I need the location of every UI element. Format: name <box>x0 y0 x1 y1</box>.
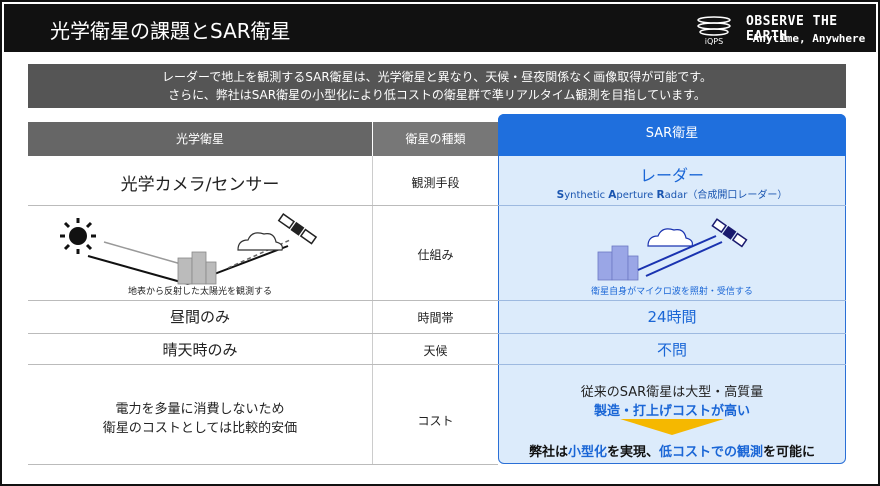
sar-mechanism-diagram: 衛星自身がマイクロ波を照射・受信する <box>591 218 753 297</box>
sar-time: 24時間 <box>647 308 697 326</box>
intro-line-2: さらに、弊社はSAR衛星の小型化により低コストの衛星群で準リアルタイム観測を目指… <box>168 88 706 102</box>
slide-title: 光学衛星の課題とSAR衛星 <box>50 19 291 43</box>
optical-time: 昼間のみ <box>169 308 230 326</box>
intro-banner: レーダーで地上を観測するSAR衛星は、光学衛星と異なり、天候・昼夜関係なく画像取… <box>28 64 846 108</box>
row-divider <box>498 300 846 301</box>
building-icon <box>597 245 639 281</box>
sar-mechanism-caption: 衛星自身がマイクロ波を照射・受信する <box>591 285 753 297</box>
row-divider <box>28 464 498 465</box>
building-icon <box>177 251 217 285</box>
row-divider <box>28 333 498 334</box>
row-divider <box>498 364 846 365</box>
label-weather: 天候 <box>423 344 448 358</box>
sun-icon <box>60 218 96 254</box>
optical-method: 光学カメラ/センサー <box>120 175 280 195</box>
iqps-logo: iQPS <box>697 16 731 46</box>
label-cost: コスト <box>417 414 454 428</box>
sar-method-subtitle: Synthetic Aperture Radar（合成開口レーダー） <box>556 189 788 201</box>
sar-cost-line-3: 弊社は小型化を実現、低コストでの観測を可能に <box>528 445 816 460</box>
optical-cost-line-1: 電力を多量に消費しないため <box>115 402 285 417</box>
optical-mechanism-caption: 地表から反射した太陽光を観測する <box>128 285 272 297</box>
header-category: 衛星の種類 <box>373 122 498 156</box>
cloud-icon <box>237 232 283 251</box>
ground-line <box>87 255 189 285</box>
logo-text: iQPS <box>705 37 723 46</box>
optical-mechanism-diagram: 地表から反射した太陽光を観測する <box>60 213 318 297</box>
satellite-icon <box>711 218 748 248</box>
row-divider <box>28 364 498 365</box>
sunlight-ray <box>103 241 189 267</box>
down-arrow-icon <box>620 419 724 435</box>
optical-cost: 電力を多量に消費しないため 衛星のコストとしては比較的安価 <box>28 400 372 438</box>
row-divider <box>28 300 498 301</box>
cloud-icon <box>647 228 693 247</box>
sar-method: レーダー <box>639 166 704 185</box>
sar-cost-line-2: 製造・打上げコストが高い <box>593 404 750 419</box>
row-divider <box>498 333 846 334</box>
label-method: 観測手段 <box>411 176 460 190</box>
header-optical: 光学衛星 <box>28 122 372 156</box>
brand-subtagline: -Anytime, Anywhere <box>746 32 866 45</box>
label-mechanism: 仕組み <box>417 248 454 262</box>
satellite-icon <box>277 213 318 245</box>
optical-cost-line-2: 衛星のコストとしては比較的安価 <box>102 421 298 436</box>
optical-weather: 晴天時のみ <box>162 341 238 359</box>
slide-header: 光学衛星の課題とSAR衛星 iQPS OBSERVE THE EARTH -An… <box>4 4 876 52</box>
microwave-up <box>645 241 723 277</box>
sar-weather: 不問 <box>656 341 687 359</box>
header-sar: SAR衛星 <box>498 114 846 156</box>
intro-line-1: レーダーで地上を観測するSAR衛星は、光学衛星と異なり、天候・昼夜関係なく画像取… <box>162 70 712 84</box>
label-time: 時間帯 <box>417 311 454 325</box>
sar-cost-line-1: 従来のSAR衛星は大型・高質量 <box>580 385 764 400</box>
